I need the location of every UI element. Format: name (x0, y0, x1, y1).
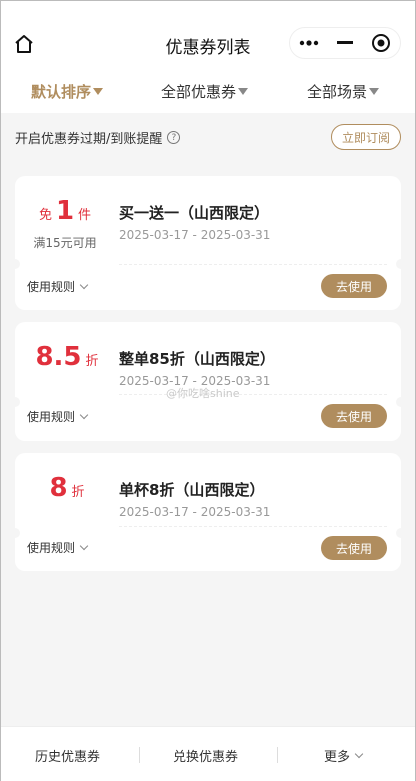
divider (119, 394, 387, 395)
more-dots-icon (299, 40, 319, 46)
reminder-bar: 开启优惠券过期/到账提醒 ? 立即订阅 (1, 113, 415, 159)
use-coupon-button[interactable]: 去使用 (321, 274, 387, 298)
coupon-card: 免1件 满15元可用 买一送一（山西限定） 2025-03-17 - 2025-… (10, 176, 406, 310)
coupon-value-number: 8 (49, 473, 68, 503)
minimize-button[interactable] (337, 41, 353, 45)
card-notch (396, 259, 406, 269)
minimize-icon (337, 41, 353, 44)
coupon-value: 免1件 (15, 196, 115, 226)
divider (119, 526, 387, 527)
filter-label: 全部优惠券 (161, 83, 237, 101)
coupon-date: 2025-03-17 - 2025-03-31 (119, 228, 271, 242)
coupon-rules-toggle[interactable]: 使用规则 (27, 408, 89, 425)
coupon-title: 整单85折（山西限定） (119, 350, 275, 368)
coupon-title: 买一送一（山西限定） (119, 204, 270, 222)
coupon-card: 8.5 折 整单85折（山西限定） 2025-03-17 - 2025-03-31… (10, 322, 406, 441)
triangle-down-icon (238, 88, 249, 95)
coupon-rules-label: 使用规则 (27, 410, 76, 424)
coupon-value: 8折 (15, 473, 115, 503)
card-notch (10, 259, 20, 269)
separator (139, 747, 140, 763)
coupon-date: 2025-03-17 - 2025-03-31 (119, 505, 271, 519)
bottom-bar: 历史优惠券 兑换优惠券 更多 (1, 726, 415, 781)
filter-bar: 默认排序 全部优惠券 全部场景 (1, 71, 415, 113)
more-button[interactable] (299, 40, 319, 46)
coupon-value-number: 8.5 (35, 342, 82, 372)
coupon-rules-label: 使用规则 (27, 541, 76, 555)
card-notch (396, 397, 406, 407)
filter-all-coupons[interactable]: 全部优惠券 (161, 81, 249, 102)
subscribe-button[interactable]: 立即订阅 (331, 124, 401, 150)
chevron-down-icon (79, 541, 89, 551)
coupon-value-prefix: 免 (38, 208, 52, 223)
coupon-value: 8.5 折 (15, 342, 115, 372)
card-notch (10, 528, 20, 538)
more-menu[interactable]: 更多 (324, 746, 364, 765)
triangle-down-icon (93, 88, 104, 95)
help-icon[interactable]: ? (167, 131, 181, 144)
filter-label: 全部场景 (307, 83, 368, 101)
watermark-text: @你吃啥shine (166, 387, 240, 400)
coupon-value-number: 1 (55, 196, 75, 226)
coupon-value-suffix: 折 (71, 485, 85, 500)
chevron-down-icon (354, 749, 364, 759)
chevron-down-icon (79, 410, 89, 420)
use-coupon-button[interactable]: 去使用 (321, 536, 387, 560)
reminder-text-wrap: 开启优惠券过期/到账提醒 ? (15, 128, 181, 147)
history-coupons-link[interactable]: 历史优惠券 (35, 746, 100, 765)
close-button[interactable] (371, 33, 391, 53)
coupon-card: 8折 单杯8折（山西限定） 2025-03-17 - 2025-03-31 使用… (10, 453, 406, 571)
more-label: 更多 (324, 750, 351, 765)
card-notch (396, 528, 406, 538)
separator (277, 747, 278, 763)
coupon-rules-toggle[interactable]: 使用规则 (27, 539, 89, 556)
coupon-condition: 满15元可用 (33, 236, 97, 250)
mini-program-capsule (289, 27, 401, 59)
coupon-title: 单杯8折（山西限定） (119, 481, 265, 499)
top-nav-bar: 优惠券列表 (1, 1, 415, 71)
coupon-value-suffix: 件 (78, 208, 92, 223)
coupon-value-suffix: 折 (85, 354, 99, 369)
coupon-rules-toggle[interactable]: 使用规则 (27, 278, 89, 295)
reminder-text: 开启优惠券过期/到账提醒 (15, 132, 163, 147)
card-notch (10, 397, 20, 407)
use-coupon-button[interactable]: 去使用 (321, 404, 387, 428)
filter-label: 默认排序 (31, 83, 92, 101)
chevron-down-icon (79, 280, 89, 290)
target-close-icon (372, 34, 390, 52)
filter-all-scenes[interactable]: 全部场景 (307, 81, 380, 102)
triangle-down-icon (369, 88, 380, 95)
divider (119, 264, 387, 265)
exchange-coupons-link[interactable]: 兑换优惠券 (173, 746, 238, 765)
coupon-rules-label: 使用规则 (27, 280, 76, 294)
filter-default-sort[interactable]: 默认排序 (31, 81, 104, 102)
